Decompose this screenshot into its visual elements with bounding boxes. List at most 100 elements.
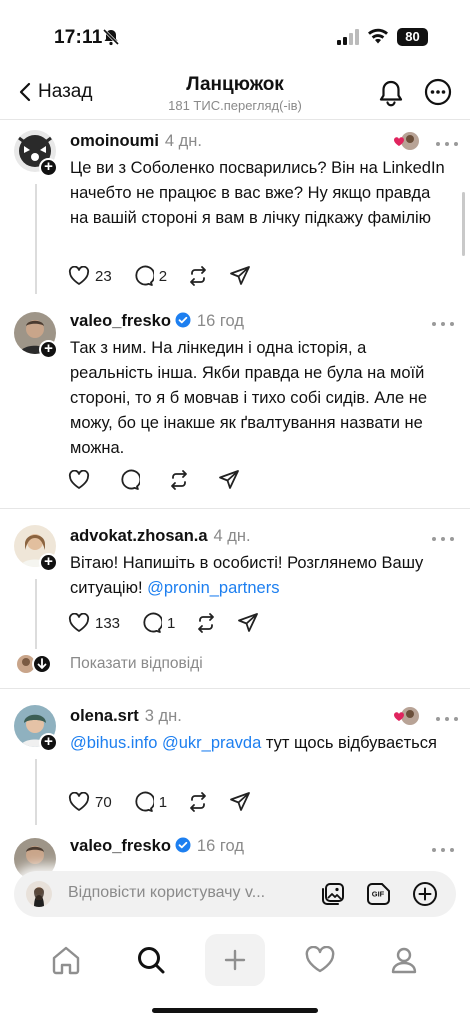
post-options-button[interactable] bbox=[436, 715, 458, 723]
reply-composer[interactable]: Відповісти користувачу v... GIF bbox=[14, 871, 456, 917]
nav-search[interactable] bbox=[121, 934, 181, 986]
my-avatar bbox=[26, 881, 52, 907]
comment-button[interactable]: 1 bbox=[132, 791, 167, 813]
follow-plus-icon[interactable]: + bbox=[39, 340, 58, 359]
thread-line bbox=[35, 184, 37, 294]
back-label: Назад bbox=[38, 81, 93, 102]
username[interactable]: valeo_fresko bbox=[70, 312, 171, 330]
more-options-icon[interactable] bbox=[424, 78, 452, 106]
post-text: Так з ним. На лінкедин і одна історія, а… bbox=[70, 339, 427, 457]
post-time: 4 дн. bbox=[164, 132, 202, 150]
comment-button[interactable]: 2 bbox=[132, 265, 167, 287]
profile-icon bbox=[391, 947, 417, 974]
share-icon bbox=[238, 613, 259, 632]
username[interactable]: omoinoumi bbox=[70, 132, 159, 150]
status-time: 17:11 bbox=[54, 27, 103, 48]
verified-badge-icon bbox=[175, 312, 191, 328]
post-actions: 133 1 bbox=[68, 611, 279, 635]
post-text: тут щось відбувається bbox=[265, 734, 437, 752]
username[interactable]: olena.srt bbox=[70, 707, 139, 725]
show-replies-link[interactable]: Показати відповіді bbox=[70, 655, 203, 673]
comment-count: 1 bbox=[158, 793, 168, 811]
comment-count: 2 bbox=[158, 267, 168, 285]
post-options-button[interactable] bbox=[432, 846, 454, 854]
mention-link[interactable]: @ukr_pravda bbox=[162, 734, 261, 752]
post-text: Це ви з Соболенко посварились? Він на Li… bbox=[70, 159, 445, 227]
share-button[interactable] bbox=[229, 791, 251, 813]
repost-icon bbox=[190, 792, 206, 812]
post-header: valeo_fresko 16 год bbox=[70, 837, 244, 856]
plus-icon bbox=[224, 949, 246, 971]
thread-post: + omoinoumi 4 дн. Це ви з Соболенко посва… bbox=[0, 120, 470, 306]
repost-button[interactable] bbox=[195, 612, 217, 634]
nav-activity[interactable] bbox=[290, 934, 350, 986]
post-text-block: Вітаю! Напишіть в особисті! Розглянемо В… bbox=[70, 551, 448, 601]
like-button[interactable]: 133 bbox=[68, 613, 120, 633]
thread-line bbox=[35, 759, 37, 825]
share-button[interactable] bbox=[237, 612, 259, 634]
thread-header: Назад Ланцюжок 181 ТИС.перегляд(-ів) bbox=[0, 70, 470, 120]
share-button[interactable] bbox=[229, 265, 251, 287]
notification-bell-icon[interactable] bbox=[377, 78, 405, 108]
heart-icon bbox=[305, 946, 335, 973]
bottom-navigation bbox=[0, 930, 470, 990]
follow-plus-icon[interactable]: + bbox=[39, 733, 58, 752]
mention-link[interactable]: @bihus.info bbox=[70, 734, 157, 752]
follow-plus-icon[interactable]: + bbox=[39, 553, 58, 572]
nav-home[interactable] bbox=[36, 934, 96, 986]
comment-icon bbox=[143, 612, 163, 633]
comment-icon bbox=[135, 265, 154, 286]
comment-count: 1 bbox=[167, 614, 176, 632]
cellular-signal-icon bbox=[337, 29, 359, 45]
add-icon[interactable] bbox=[412, 881, 438, 907]
nav-profile[interactable] bbox=[374, 934, 434, 986]
post-options-button[interactable] bbox=[432, 320, 454, 328]
comment-icon bbox=[121, 469, 140, 490]
thread-post: + olena.srt 3 дн. @bihus.info @ukr_pravda… bbox=[0, 689, 470, 825]
thread-line bbox=[35, 579, 37, 649]
post-options-button[interactable] bbox=[436, 140, 458, 148]
gif-icon[interactable]: GIF bbox=[366, 881, 392, 907]
repost-icon bbox=[171, 470, 187, 490]
post-actions: 23 2 bbox=[68, 264, 271, 288]
wifi-icon bbox=[368, 28, 388, 44]
like-count: 23 bbox=[95, 267, 112, 285]
like-button[interactable]: 70 bbox=[68, 792, 112, 812]
thread-post: + valeo_fresko 16 год Так з ним. На лінке… bbox=[0, 306, 470, 506]
chevron-left-icon bbox=[19, 82, 31, 102]
heart-icon bbox=[68, 266, 90, 285]
like-count: 70 bbox=[95, 793, 112, 811]
back-button[interactable]: Назад bbox=[18, 81, 92, 103]
post-header: omoinoumi 4 дн. bbox=[70, 132, 202, 151]
comment-button[interactable]: 1 bbox=[140, 612, 175, 634]
post-header: advokat.zhosan.a 4 дн. bbox=[70, 527, 251, 546]
heart-icon bbox=[68, 613, 90, 632]
username[interactable]: valeo_fresko bbox=[70, 837, 171, 855]
share-button[interactable] bbox=[218, 469, 240, 491]
nav-new-post[interactable] bbox=[205, 934, 265, 986]
share-icon bbox=[230, 266, 250, 285]
svg-text:GIF: GIF bbox=[372, 890, 385, 899]
follow-plus-icon[interactable]: + bbox=[39, 158, 58, 177]
heart-icon bbox=[68, 792, 90, 811]
home-icon bbox=[52, 946, 80, 975]
home-indicator[interactable] bbox=[152, 1008, 318, 1013]
post-actions bbox=[68, 468, 260, 492]
mention-link[interactable]: @pronin_partners bbox=[147, 579, 279, 597]
username[interactable]: advokat.zhosan.a bbox=[70, 527, 208, 545]
comment-button[interactable] bbox=[118, 469, 140, 491]
share-icon bbox=[219, 470, 239, 489]
search-icon bbox=[138, 947, 165, 974]
thread-post: valeo_fresko 16 год bbox=[0, 826, 470, 880]
post-options-button[interactable] bbox=[432, 535, 454, 543]
repost-button[interactable] bbox=[168, 469, 190, 491]
like-button[interactable] bbox=[68, 470, 90, 490]
repost-button[interactable] bbox=[187, 791, 209, 813]
like-button[interactable]: 23 bbox=[68, 266, 112, 286]
reply-input[interactable]: Відповісти користувачу v... bbox=[68, 884, 265, 902]
gallery-icon[interactable] bbox=[320, 881, 346, 907]
share-icon bbox=[230, 792, 250, 811]
liked-by-author-icon bbox=[394, 707, 419, 725]
status-bar: 17:11 80 bbox=[0, 0, 470, 70]
repost-button[interactable] bbox=[187, 265, 209, 287]
